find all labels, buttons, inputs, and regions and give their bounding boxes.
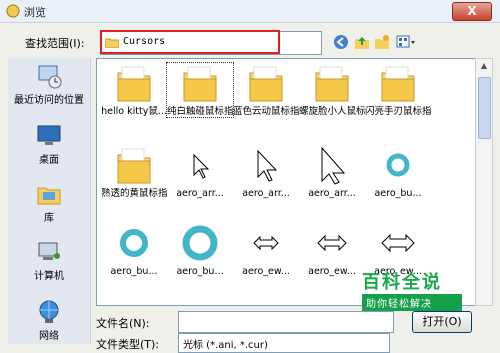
file-name: 熟透的黄鼠标指针 [101,188,167,199]
file-name: aero_ew... [308,266,356,277]
file-item-folder[interactable]: 螺旋脸小人鼠标指针 [299,63,365,117]
file-name: 蓝色云动鼠标指针 [233,106,299,117]
desktop-icon [37,125,61,145]
filetype-select[interactable]: 光标 (*.ani, *.cur) [178,333,390,353]
folder-icon [117,66,151,102]
back-icon[interactable] [333,34,349,50]
file-item-folder[interactable]: 蓝色云动鼠标指针 [233,63,299,117]
file-item-cursor[interactable]: aero_bu... [365,145,431,199]
close-button[interactable]: X [452,2,492,21]
folder-icon [381,66,415,102]
filetype-label: 文件类型(T): [96,338,160,351]
file-name: aero_bu... [176,266,224,277]
watermark: 百科全说 助你轻松解决 [362,268,462,311]
folder-icon [117,148,151,184]
file-item-cursor[interactable]: aero_bu... [167,223,233,277]
file-name: 闪亮手刃鼠标指针 [365,106,431,117]
window-title: 浏览 [24,6,46,19]
file-name: aero_arr... [308,188,356,199]
file-name: aero_ew... [242,266,290,277]
file-name: aero_bu... [374,188,422,199]
file-item-cursor[interactable]: aero_arr... [167,145,233,199]
place-computer[interactable]: 计算机 [8,238,90,282]
title-bar: 浏览 X [0,0,500,23]
resize-ew-icon [381,233,415,253]
folder-icon [249,66,283,102]
file-name: aero_arr... [242,188,290,199]
computer-icon [38,242,60,260]
file-item-cursor[interactable]: aero_ew... [233,223,299,277]
app-icon [6,4,20,18]
folder-icon [315,66,349,102]
resize-ew-icon [317,234,347,252]
file-name: aero_arr... [176,188,224,199]
filename-input[interactable] [178,311,394,333]
place-library[interactable]: 库 [8,180,90,224]
busy-ring-icon [182,225,218,261]
file-name: 纯白触碰鼠标指针 [167,106,233,117]
file-item-folder[interactable]: 闪亮手刃鼠标指针 [365,63,431,117]
folder-icon [183,66,217,102]
open-button[interactable]: 打开(O) [412,311,472,333]
vertical-scrollbar[interactable]: ▲ [475,58,493,306]
view-menu-icon[interactable] [396,34,416,50]
library-icon [37,187,61,205]
up-folder-icon[interactable] [354,34,370,50]
new-folder-icon[interactable] [374,34,390,50]
arrow-cursor-icon [321,146,346,185]
busy-ring-icon [386,153,410,177]
file-name: hello kitty鼠... [101,106,167,117]
file-item-folder[interactable]: 熟透的黄鼠标指针 [101,145,167,199]
place-network[interactable]: 网络 [8,298,90,342]
place-label: 网络 [39,331,59,342]
network-icon [39,300,59,323]
filename-label: 文件名(N): [96,317,150,330]
file-item-folder[interactable]: 纯白触碰鼠标指针 [166,62,234,118]
recent-places-icon [38,65,62,89]
watermark-subtitle: 助你轻松解决 [362,294,462,311]
place-label: 桌面 [39,155,59,166]
place-recent[interactable]: 最近访问的位置 [8,62,90,106]
place-label: 计算机 [34,271,64,282]
look-in-label: 查找范围(I): [25,37,85,50]
arrow-cursor-icon [257,149,278,182]
scroll-thumb[interactable] [478,77,491,139]
busy-ring-icon [120,229,148,257]
resize-ew-icon [253,235,279,251]
file-item-cursor[interactable]: aero_ew... [299,223,365,277]
file-item-cursor[interactable]: aero_arr... [233,145,299,199]
file-item-folder[interactable]: hello kitty鼠... [101,63,167,117]
places-bar: 最近访问的位置 桌面 库 计算机 网络 [8,58,91,344]
place-label: 库 [44,213,54,224]
file-item-cursor[interactable]: aero_arr... [299,145,365,199]
arrow-cursor-icon [193,153,210,179]
place-desktop[interactable]: 桌面 [8,122,90,166]
file-item-cursor[interactable]: aero_bu... [101,223,167,277]
highlight-box [100,30,280,54]
file-name: aero_bu... [110,266,158,277]
file-name: 螺旋脸小人鼠标指针 [299,106,365,117]
watermark-title: 百科全说 [362,272,442,293]
scroll-up-icon[interactable]: ▲ [478,61,490,75]
place-label: 最近访问的位置 [14,95,84,106]
